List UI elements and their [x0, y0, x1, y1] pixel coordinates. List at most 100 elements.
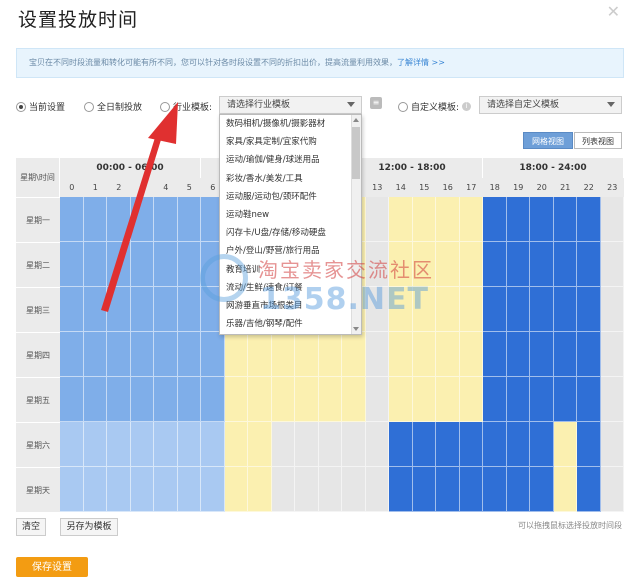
hour-header[interactable]: 0 [60, 178, 84, 197]
time-slot-cell[interactable] [177, 332, 201, 377]
time-slot-cell[interactable] [60, 242, 84, 287]
time-slot-cell[interactable] [506, 197, 530, 242]
time-slot-cell[interactable] [248, 422, 272, 467]
time-slot-cell[interactable] [506, 242, 530, 287]
learn-more-link[interactable]: 了解详情 >> [397, 58, 445, 67]
time-slot-cell[interactable] [600, 422, 624, 467]
time-slot-cell[interactable] [154, 287, 178, 332]
day-row-label[interactable]: 星期二 [16, 242, 60, 287]
time-slot-cell[interactable] [224, 467, 248, 512]
time-slot-cell[interactable] [389, 332, 413, 377]
time-slot-cell[interactable] [83, 242, 107, 287]
time-slot-cell[interactable] [530, 287, 554, 332]
time-slot-cell[interactable] [154, 467, 178, 512]
time-slot-cell[interactable] [295, 422, 319, 467]
time-slot-cell[interactable] [389, 467, 413, 512]
close-icon[interactable]: ✕ [607, 2, 620, 21]
day-row-label[interactable]: 星期一 [16, 197, 60, 242]
time-slot-cell[interactable] [577, 332, 601, 377]
time-slot-cell[interactable] [436, 332, 460, 377]
hour-header[interactable]: 18 [483, 178, 507, 197]
info-icon[interactable]: i [462, 102, 472, 111]
time-slot-cell[interactable] [318, 377, 342, 422]
time-slot-cell[interactable] [342, 422, 366, 467]
time-slot-cell[interactable] [130, 467, 154, 512]
time-slot-cell[interactable] [224, 422, 248, 467]
time-slot-cell[interactable] [83, 467, 107, 512]
time-slot-cell[interactable] [436, 377, 460, 422]
time-slot-cell[interactable] [201, 422, 225, 467]
radio-icon[interactable] [84, 101, 94, 112]
time-slot-cell[interactable] [201, 377, 225, 422]
time-slot-cell[interactable] [154, 377, 178, 422]
time-slot-cell[interactable] [553, 242, 577, 287]
time-slot-cell[interactable] [459, 422, 483, 467]
day-row-label[interactable]: 星期三 [16, 287, 60, 332]
hour-header[interactable]: 19 [506, 178, 530, 197]
time-slot-cell[interactable] [83, 197, 107, 242]
time-slot-cell[interactable] [483, 287, 507, 332]
time-group-header[interactable]: 12:00 - 18:00 [342, 158, 483, 178]
hour-header[interactable]: 22 [577, 178, 601, 197]
hour-header[interactable]: 15 [412, 178, 436, 197]
time-slot-cell[interactable] [530, 422, 554, 467]
radio-icon[interactable] [398, 101, 408, 112]
time-slot-cell[interactable] [365, 197, 389, 242]
time-slot-cell[interactable] [342, 377, 366, 422]
time-slot-cell[interactable] [248, 332, 272, 377]
time-slot-cell[interactable] [177, 377, 201, 422]
dropdown-option[interactable]: 数码相机/摄像机/摄影器材 [220, 115, 361, 133]
time-slot-cell[interactable] [483, 197, 507, 242]
time-slot-cell[interactable] [577, 377, 601, 422]
time-slot-cell[interactable] [83, 422, 107, 467]
time-slot-cell[interactable] [553, 422, 577, 467]
hour-header[interactable]: 21 [553, 178, 577, 197]
time-slot-cell[interactable] [318, 467, 342, 512]
time-slot-cell[interactable] [271, 422, 295, 467]
time-slot-cell[interactable] [506, 377, 530, 422]
all-day-radio[interactable]: 全日制投放 [84, 100, 142, 113]
time-group-header[interactable]: 18:00 - 24:00 [483, 158, 624, 178]
time-slot-cell[interactable] [60, 197, 84, 242]
scroll-thumb[interactable] [352, 127, 360, 179]
hour-header[interactable]: 23 [600, 178, 624, 197]
hour-header[interactable]: 17 [459, 178, 483, 197]
hour-header[interactable]: 2 [107, 178, 131, 197]
time-slot-cell[interactable] [342, 467, 366, 512]
time-slot-cell[interactable] [107, 467, 131, 512]
time-slot-cell[interactable] [130, 197, 154, 242]
dropdown-option[interactable]: 彩妆/香水/美发/工具 [220, 170, 361, 188]
hour-header[interactable]: 1 [83, 178, 107, 197]
time-slot-cell[interactable] [577, 197, 601, 242]
time-slot-cell[interactable] [412, 197, 436, 242]
time-slot-cell[interactable] [318, 422, 342, 467]
time-slot-cell[interactable] [459, 377, 483, 422]
time-slot-cell[interactable] [553, 197, 577, 242]
time-slot-cell[interactable] [130, 332, 154, 377]
time-slot-cell[interactable] [506, 287, 530, 332]
time-slot-cell[interactable] [177, 422, 201, 467]
time-slot-cell[interactable] [130, 377, 154, 422]
time-slot-cell[interactable] [107, 287, 131, 332]
custom-template-radio[interactable]: 自定义模板: i [398, 100, 472, 113]
save-template-button[interactable]: 另存为模板 [60, 518, 118, 536]
time-slot-cell[interactable] [412, 422, 436, 467]
time-slot-cell[interactable] [389, 197, 413, 242]
time-slot-cell[interactable] [365, 332, 389, 377]
day-row-label[interactable]: 星期六 [16, 422, 60, 467]
time-slot-cell[interactable] [530, 377, 554, 422]
current-setting-radio[interactable]: 当前设置 [16, 100, 65, 113]
hour-header[interactable]: 20 [530, 178, 554, 197]
time-slot-cell[interactable] [154, 422, 178, 467]
time-slot-cell[interactable] [107, 197, 131, 242]
time-slot-cell[interactable] [553, 467, 577, 512]
time-slot-cell[interactable] [60, 332, 84, 377]
time-slot-cell[interactable] [295, 467, 319, 512]
time-slot-cell[interactable] [107, 377, 131, 422]
time-group-header[interactable]: 00:00 - 06:00 [60, 158, 201, 178]
time-slot-cell[interactable] [154, 242, 178, 287]
time-slot-cell[interactable] [130, 422, 154, 467]
time-slot-cell[interactable] [577, 422, 601, 467]
save-settings-button[interactable]: 保存设置 [16, 557, 88, 577]
time-slot-cell[interactable] [459, 287, 483, 332]
